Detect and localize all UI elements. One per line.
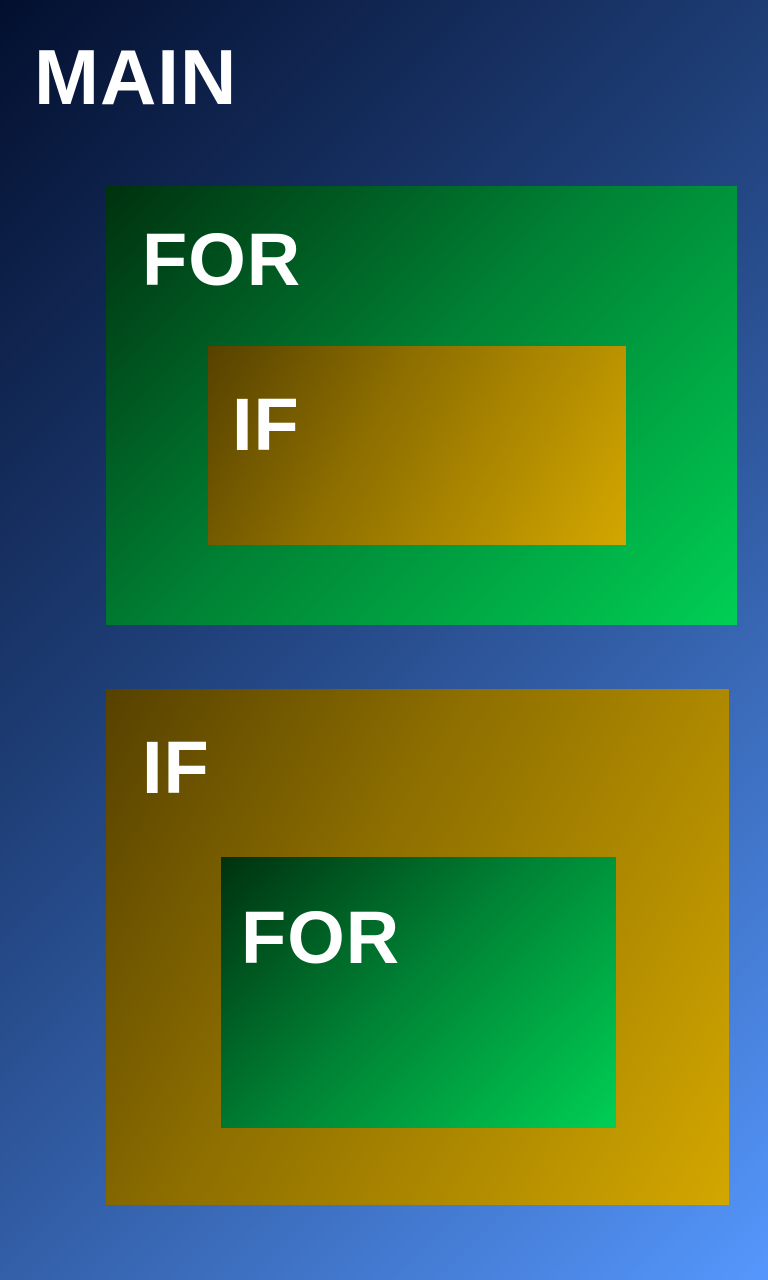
- if-block-outer: IF FOR: [106, 689, 729, 1205]
- for-block-outer-label: FOR: [142, 218, 302, 301]
- for-block-inner-label: FOR: [241, 896, 401, 979]
- main-block: MAIN FOR IF IF FOR: [0, 0, 768, 1280]
- if-block-outer-label: IF: [142, 726, 210, 809]
- main-label: MAIN: [34, 33, 238, 121]
- if-block-inner: IF: [208, 346, 626, 545]
- for-block-outer: FOR IF: [106, 186, 737, 625]
- if-block-inner-label: IF: [232, 383, 300, 466]
- for-block-inner: FOR: [221, 857, 616, 1128]
